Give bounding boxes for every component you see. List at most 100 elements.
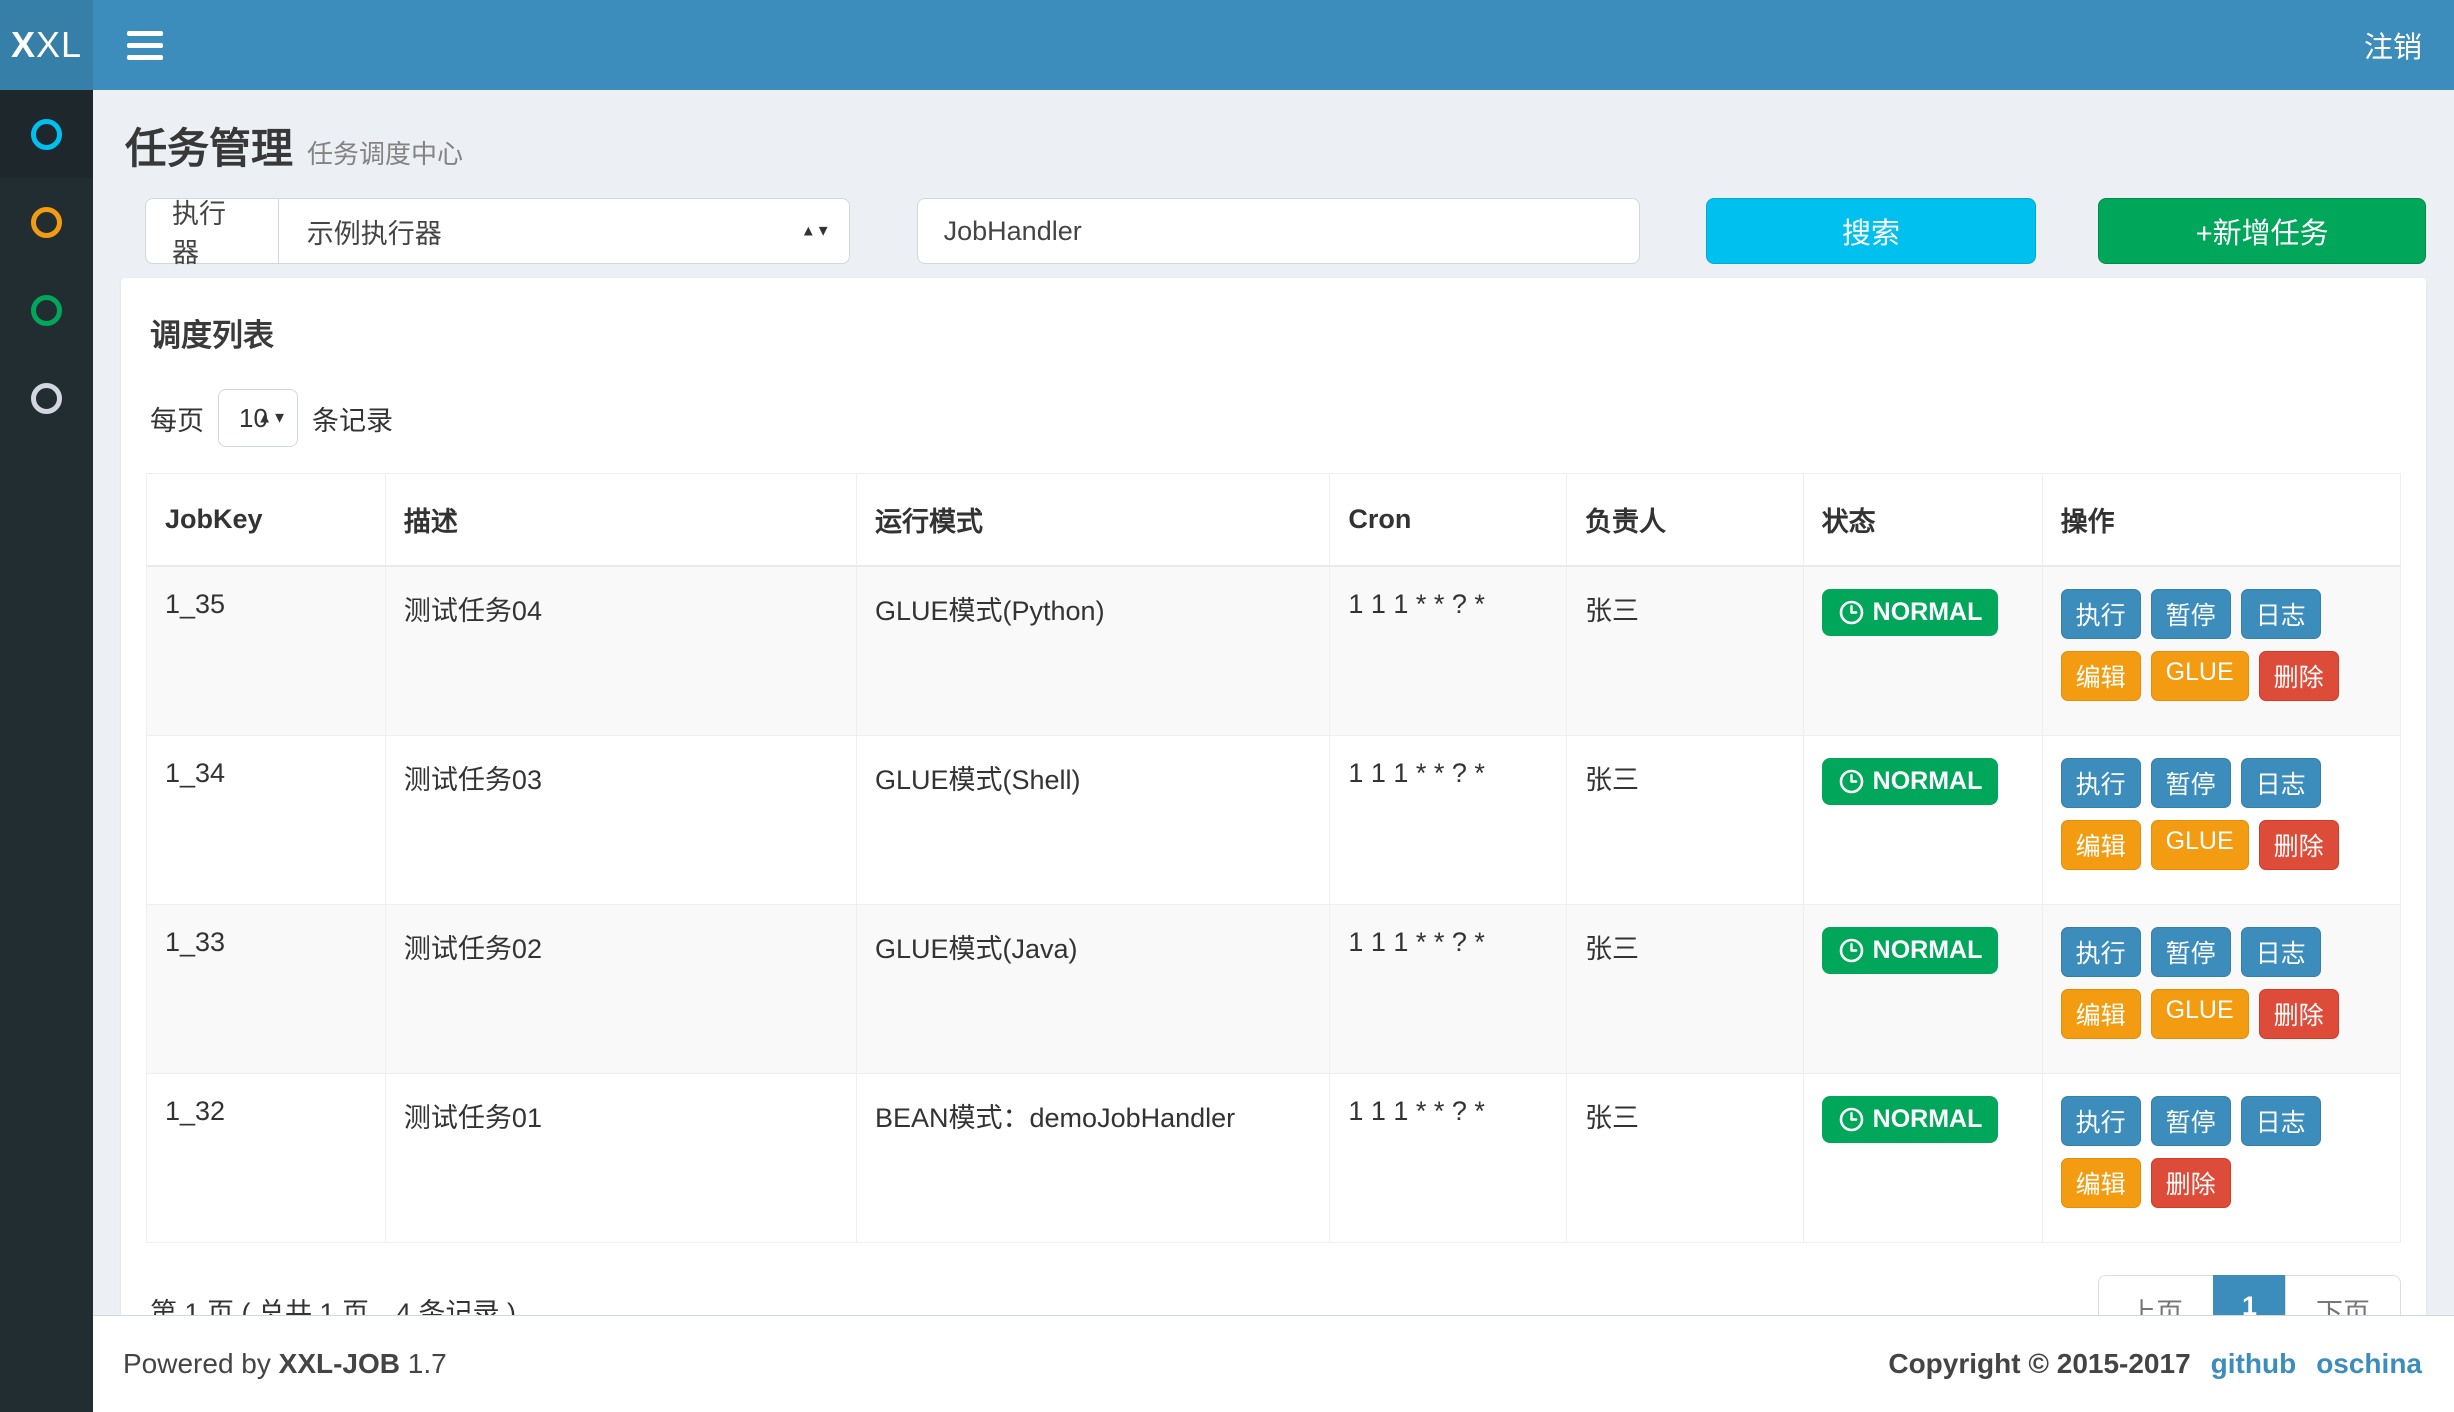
action-button[interactable]: 删除 bbox=[2151, 1158, 2231, 1208]
page-size-suffix: 条记录 bbox=[312, 399, 393, 438]
action-line1: 执行暂停日志 bbox=[2061, 589, 2382, 639]
action-button[interactable]: 删除 bbox=[2259, 651, 2339, 701]
description-cell: 测试任务02 bbox=[385, 905, 856, 1074]
action-button[interactable]: 删除 bbox=[2259, 989, 2339, 1039]
column-header: JobKey bbox=[147, 474, 386, 567]
sidebar-item-4[interactable] bbox=[0, 354, 93, 442]
action-button[interactable]: 编辑 bbox=[2061, 1158, 2141, 1208]
action-button[interactable]: 编辑 bbox=[2061, 989, 2141, 1039]
sidebar-item-2[interactable] bbox=[0, 178, 93, 266]
sidebar-toggle-hamburger-icon[interactable] bbox=[93, 0, 197, 90]
run-mode-cell: BEAN模式：demoJobHandler bbox=[857, 1074, 1330, 1243]
actions-cell: 执行暂停日志编辑GLUE删除 bbox=[2042, 566, 2400, 736]
select-arrows-icon: ▲▼ bbox=[801, 225, 831, 238]
page-subtitle: 任务调度中心 bbox=[307, 139, 463, 169]
status-label: NORMAL bbox=[1873, 598, 1983, 627]
prev-page-button[interactable]: 上页 bbox=[2098, 1275, 2214, 1315]
action-button[interactable]: 日志 bbox=[2241, 1096, 2321, 1146]
action-button[interactable]: GLUE bbox=[2151, 651, 2249, 701]
footer: Powered by XXL-JOB 1.7 Copyright © 2015-… bbox=[93, 1315, 2454, 1412]
powered-prefix: Powered by bbox=[123, 1348, 271, 1379]
page-title: 任务管理 bbox=[125, 125, 293, 172]
search-button[interactable]: 搜索 bbox=[1706, 198, 2037, 264]
action-button[interactable]: 删除 bbox=[2259, 820, 2339, 870]
action-line1: 执行暂停日志 bbox=[2061, 758, 2382, 808]
table-row: 1_32测试任务01BEAN模式：demoJobHandler1 1 1 * *… bbox=[147, 1074, 2401, 1243]
executor-filter-group: 执行器 示例执行器 ▲▼ bbox=[145, 198, 850, 264]
jobs-table: JobKey描述运行模式Cron负责人状态操作 1_35测试任务04GLUE模式… bbox=[146, 473, 2401, 1243]
logout-link[interactable]: 注销 bbox=[2332, 0, 2454, 90]
action-button[interactable]: 暂停 bbox=[2151, 927, 2231, 977]
action-button[interactable]: 暂停 bbox=[2151, 1096, 2231, 1146]
panel-title: 调度列表 bbox=[150, 310, 2401, 355]
column-header: 负责人 bbox=[1566, 474, 1803, 567]
schedule-list-panel: 调度列表 每页 10 ▲▼ 条记录 JobKey描述运行模式Cron负责人状态操… bbox=[121, 278, 2426, 1315]
action-button[interactable]: 编辑 bbox=[2061, 820, 2141, 870]
action-line2: 编辑删除 bbox=[2061, 1158, 2382, 1208]
description-cell: 测试任务04 bbox=[385, 566, 856, 736]
sidebar-item-3[interactable] bbox=[0, 266, 93, 354]
pagination-summary: 第 1 页 ( 总共 1 页，4 条记录 ) bbox=[146, 1291, 516, 1315]
action-line1: 执行暂停日志 bbox=[2061, 927, 2382, 977]
status-cell: NORMAL bbox=[1803, 736, 2042, 905]
action-button[interactable]: 暂停 bbox=[2151, 589, 2231, 639]
executor-select[interactable]: 示例执行器 ▲▼ bbox=[278, 198, 850, 264]
next-page-button[interactable]: 下页 bbox=[2285, 1275, 2401, 1315]
action-button[interactable]: 暂停 bbox=[2151, 758, 2231, 808]
actions-cell: 执行暂停日志编辑删除 bbox=[2042, 1074, 2400, 1243]
column-header: 描述 bbox=[385, 474, 856, 567]
pagination-buttons: 上页 1 下页 bbox=[2098, 1275, 2401, 1315]
column-header: Cron bbox=[1330, 474, 1567, 567]
action-button[interactable]: 执行 bbox=[2061, 758, 2141, 808]
add-job-button[interactable]: +新增任务 bbox=[2098, 198, 2426, 264]
logo-bold: X bbox=[11, 24, 36, 66]
clock-icon bbox=[1838, 937, 1865, 964]
action-line2: 编辑GLUE删除 bbox=[2061, 820, 2382, 870]
run-mode-cell: GLUE模式(Shell) bbox=[857, 736, 1330, 905]
owner-cell: 张三 bbox=[1566, 905, 1803, 1074]
pagination-row: 第 1 页 ( 总共 1 页，4 条记录 ) 上页 1 下页 bbox=[146, 1275, 2401, 1315]
action-button[interactable]: 执行 bbox=[2061, 1096, 2141, 1146]
top-navbar: XXL 注销 bbox=[0, 0, 2454, 90]
page-header: 任务管理任务调度中心 bbox=[121, 90, 2426, 194]
action-button[interactable]: GLUE bbox=[2151, 989, 2249, 1039]
action-button[interactable]: 编辑 bbox=[2061, 651, 2141, 701]
action-line2: 编辑GLUE删除 bbox=[2061, 651, 2382, 701]
jobkey-cell: 1_34 bbox=[147, 736, 386, 905]
clock-icon bbox=[1838, 599, 1865, 626]
status-badge: NORMAL bbox=[1822, 758, 1999, 805]
run-mode-cell: GLUE模式(Java) bbox=[857, 905, 1330, 1074]
run-mode-cell: GLUE模式(Python) bbox=[857, 566, 1330, 736]
logo-rest: XL bbox=[36, 24, 82, 66]
github-link[interactable]: github bbox=[2211, 1348, 2297, 1380]
action-button[interactable]: 日志 bbox=[2241, 927, 2321, 977]
app-logo[interactable]: XXL bbox=[0, 0, 93, 90]
sidebar-item-1[interactable] bbox=[0, 90, 93, 178]
action-button[interactable]: 日志 bbox=[2241, 589, 2321, 639]
executor-selected-value: 示例执行器 bbox=[307, 212, 442, 251]
action-button[interactable]: 日志 bbox=[2241, 758, 2321, 808]
action-button[interactable]: GLUE bbox=[2151, 820, 2249, 870]
action-button[interactable]: 执行 bbox=[2061, 589, 2141, 639]
action-line2: 编辑GLUE删除 bbox=[2061, 989, 2382, 1039]
current-page-button[interactable]: 1 bbox=[2213, 1275, 2286, 1315]
status-cell: NORMAL bbox=[1803, 566, 2042, 736]
oschina-link[interactable]: oschina bbox=[2316, 1348, 2422, 1380]
jobhandler-filter-group: JobHandler bbox=[917, 198, 1640, 264]
table-row: 1_34测试任务03GLUE模式(Shell)1 1 1 * * ? *张三NO… bbox=[147, 736, 2401, 905]
powered-by-text: Powered by XXL-JOB 1.7 bbox=[123, 1348, 447, 1380]
action-button[interactable]: 执行 bbox=[2061, 927, 2141, 977]
description-cell: 测试任务01 bbox=[385, 1074, 856, 1243]
status-badge: NORMAL bbox=[1822, 927, 1999, 974]
status-cell: NORMAL bbox=[1803, 1074, 2042, 1243]
brand-name: XXL-JOB bbox=[279, 1348, 400, 1379]
jobhandler-input[interactable] bbox=[1108, 198, 1640, 264]
brand-version: 1.7 bbox=[408, 1348, 447, 1379]
action-line1: 执行暂停日志 bbox=[2061, 1096, 2382, 1146]
page-size-select[interactable]: 10 ▲▼ bbox=[218, 389, 298, 447]
circle-icon bbox=[31, 207, 62, 238]
executor-label: 执行器 bbox=[145, 198, 278, 264]
status-label: NORMAL bbox=[1873, 936, 1983, 965]
filter-row: 执行器 示例执行器 ▲▼ JobHandler 搜索 +新增任务 bbox=[145, 198, 2426, 264]
cron-cell: 1 1 1 * * ? * bbox=[1330, 566, 1567, 736]
